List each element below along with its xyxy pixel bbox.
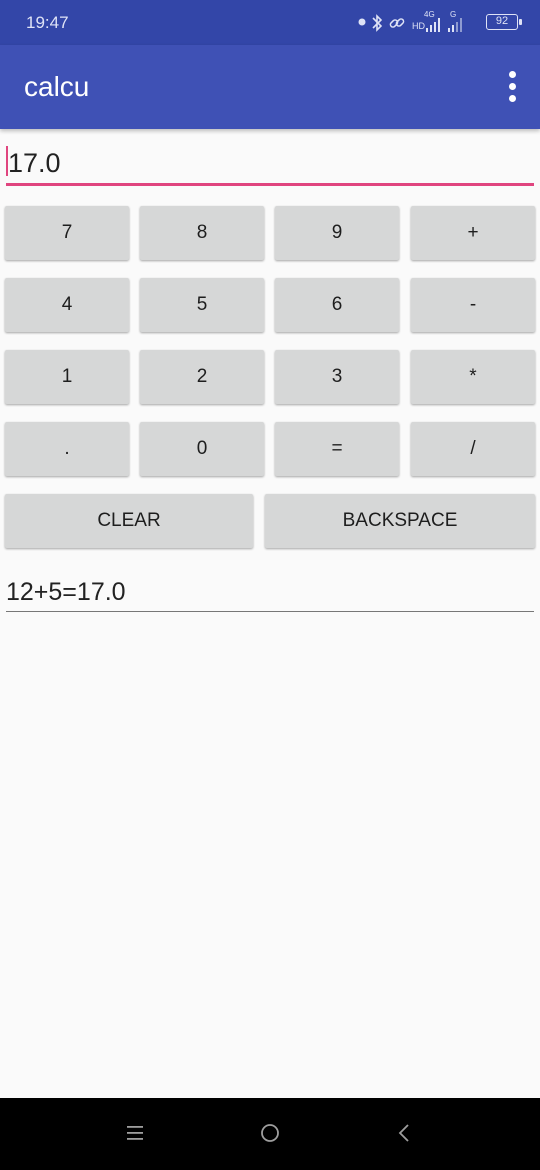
- bluetooth-icon: [372, 14, 383, 32]
- key-0[interactable]: 0: [140, 422, 264, 476]
- history-field: 12+5=17.0: [6, 572, 534, 612]
- key-equals[interactable]: =: [275, 422, 399, 476]
- display-input[interactable]: 17.0: [6, 138, 534, 186]
- nav-bar: [0, 1098, 540, 1170]
- key-2[interactable]: 2: [140, 350, 264, 404]
- key-6[interactable]: 6: [275, 278, 399, 332]
- key-plus[interactable]: +: [411, 206, 535, 260]
- key-9[interactable]: 9: [275, 206, 399, 260]
- recents-icon[interactable]: [126, 1122, 144, 1144]
- status-time: 19:47: [26, 13, 69, 32]
- key-8[interactable]: 8: [140, 206, 264, 260]
- key-7[interactable]: 7: [5, 206, 129, 260]
- key-minus[interactable]: -: [411, 278, 535, 332]
- backspace-button[interactable]: BACKSPACE: [265, 494, 535, 548]
- key-1[interactable]: 1: [5, 350, 129, 404]
- history-text: 12+5=17.0: [6, 578, 126, 606]
- battery-icon: 92: [486, 14, 522, 30]
- back-icon[interactable]: [396, 1122, 412, 1144]
- app-bar: calcu: [0, 45, 540, 129]
- key-decimal[interactable]: .: [5, 422, 129, 476]
- dot-icon: [358, 18, 366, 26]
- app-title: calcu: [24, 71, 90, 102]
- key-5[interactable]: 5: [140, 278, 264, 332]
- home-icon[interactable]: [259, 1122, 281, 1144]
- signal-icon: [426, 18, 440, 32]
- more-vert-icon[interactable]: [506, 71, 520, 103]
- link-icon: [389, 18, 405, 28]
- key-3[interactable]: 3: [275, 350, 399, 404]
- status-icons: 4G HD G 92: [358, 10, 522, 36]
- key-divide[interactable]: /: [411, 422, 535, 476]
- hd-label: HD: [412, 21, 425, 31]
- key-multiply[interactable]: *: [411, 350, 535, 404]
- display-value: 17.0: [8, 148, 61, 178]
- status-bar: 19:47 4G HD G 92: [0, 0, 540, 45]
- clear-button[interactable]: CLEAR: [5, 494, 253, 548]
- signal-icon: [448, 18, 462, 32]
- key-4[interactable]: 4: [5, 278, 129, 332]
